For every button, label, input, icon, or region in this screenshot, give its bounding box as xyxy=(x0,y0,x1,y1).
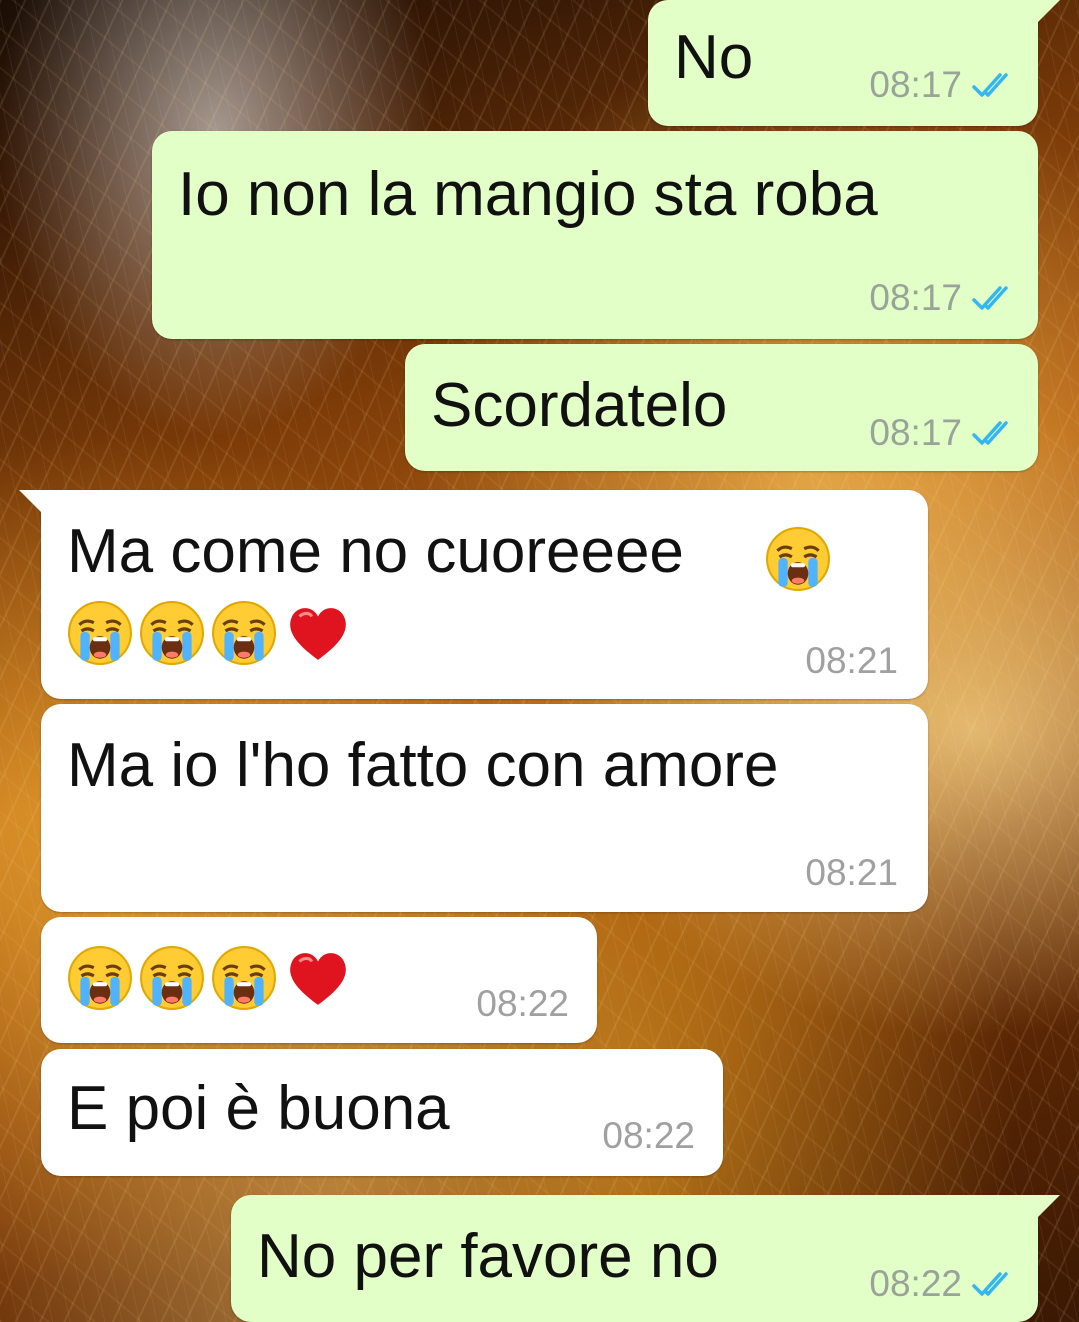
loudly-crying-face-icon xyxy=(67,945,133,1011)
message-time: 08:17 xyxy=(869,277,962,318)
message-text: No xyxy=(674,23,754,92)
message-text: Ma io l'ho fatto con amore xyxy=(67,731,779,800)
message-meta: 08:22 xyxy=(602,1115,695,1157)
message-bubble-outgoing[interactable]: No per favore no 08:22 xyxy=(231,1195,1060,1322)
loudly-crying-face-icon xyxy=(139,600,205,666)
emoji-inline xyxy=(765,526,831,592)
message-bubble-incoming[interactable]: 08:22 xyxy=(41,917,597,1043)
message-bubble-incoming[interactable]: Ma come no cuoreeee 08:21 xyxy=(19,490,928,699)
message-bubble-incoming[interactable]: E poi è buona 08:22 xyxy=(41,1049,723,1176)
message-time: 08:22 xyxy=(602,1115,695,1156)
message-time: 08:21 xyxy=(805,852,898,893)
double-check-read-icon xyxy=(972,419,1016,447)
message-meta: 08:21 xyxy=(805,852,898,894)
message-text: E poi è buona xyxy=(67,1074,450,1143)
double-check-read-icon xyxy=(972,71,1016,99)
message-text: Scordatelo xyxy=(431,371,728,440)
message-meta: 08:17 xyxy=(869,277,1016,319)
message-meta: 08:17 xyxy=(869,412,1016,454)
message-text: No per favore no xyxy=(257,1222,719,1291)
message-meta: 08:21 xyxy=(805,640,898,682)
emoji-row xyxy=(67,600,353,666)
message-meta: 08:22 xyxy=(869,1263,1016,1305)
loudly-crying-face-icon xyxy=(139,945,205,1011)
bubble-tail xyxy=(1034,0,1060,26)
bubble-tail xyxy=(1034,1195,1060,1221)
message-time: 08:21 xyxy=(805,640,898,681)
loudly-crying-face-icon xyxy=(211,945,277,1011)
red-heart-icon xyxy=(283,945,353,1011)
message-text: Ma come no cuoreeee xyxy=(67,517,684,586)
loudly-crying-face-icon xyxy=(67,600,133,666)
message-time: 08:22 xyxy=(476,983,569,1024)
loudly-crying-face-icon xyxy=(211,600,277,666)
message-time: 08:17 xyxy=(869,64,962,105)
double-check-read-icon xyxy=(972,284,1016,312)
message-bubble-outgoing[interactable]: Io non la mangio sta roba 08:17 xyxy=(152,131,1038,339)
message-meta: 08:22 xyxy=(476,983,569,1025)
message-time: 08:17 xyxy=(869,412,962,453)
double-check-read-icon xyxy=(972,1270,1016,1298)
emoji-row xyxy=(67,945,353,1011)
message-text: Io non la mangio sta roba xyxy=(178,160,878,229)
red-heart-icon xyxy=(283,600,353,666)
message-time: 08:22 xyxy=(869,1263,962,1304)
message-bubble-outgoing[interactable]: No 08:17 xyxy=(648,0,1060,126)
message-meta: 08:17 xyxy=(869,64,1016,106)
message-bubble-outgoing[interactable]: Scordatelo 08:17 xyxy=(405,344,1038,471)
loudly-crying-face-icon xyxy=(765,526,831,592)
message-bubble-incoming[interactable]: Ma io l'ho fatto con amore 08:21 xyxy=(41,704,928,912)
bubble-tail xyxy=(19,490,45,516)
